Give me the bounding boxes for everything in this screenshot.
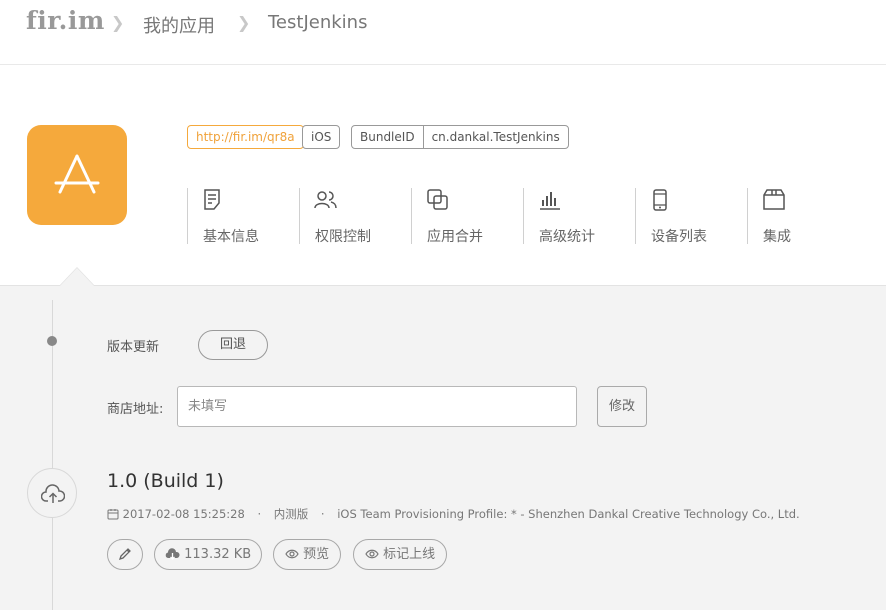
- eye-icon: [285, 549, 299, 558]
- tab-pointer: [60, 268, 94, 286]
- tab-device-list[interactable]: 设备列表: [635, 188, 747, 245]
- store-url-input[interactable]: [177, 386, 577, 427]
- fir-im-logo[interactable]: fir.im: [26, 6, 105, 35]
- breadcrumb-my-apps[interactable]: 我的应用: [143, 12, 215, 38]
- app-icon: [27, 125, 127, 225]
- short-link-tag[interactable]: http://fir.im/qr8a: [187, 125, 304, 149]
- tab-label: 设备列表: [651, 229, 707, 245]
- preview-button[interactable]: 预览: [273, 539, 342, 570]
- tab-app-merge[interactable]: 应用合并: [411, 188, 523, 245]
- cloud-download-icon: [165, 548, 180, 560]
- build-type: 内测版: [273, 507, 309, 521]
- cloud-upload-icon: [41, 484, 65, 503]
- chevron-right-icon: ❯: [111, 13, 125, 32]
- edit-store-url-button[interactable]: 修改: [597, 386, 647, 427]
- tab-integration[interactable]: 集成: [747, 188, 847, 245]
- platform-tag: iOS: [302, 125, 341, 149]
- eye-icon: [365, 549, 379, 558]
- bar-chart-icon: [540, 192, 560, 210]
- breadcrumb-app-name: TestJenkins: [268, 12, 368, 33]
- mark-online-button[interactable]: 标记上线: [353, 539, 448, 570]
- app-store-icon: [54, 154, 100, 194]
- calendar-icon: [107, 509, 119, 520]
- rollback-button[interactable]: 回退: [198, 330, 268, 360]
- tab-label: 高级统计: [539, 229, 595, 245]
- timeline-dot: [47, 336, 57, 346]
- phone-icon: [653, 189, 667, 211]
- provisioning-profile: iOS Team Provisioning Profile: * - Shenz…: [337, 507, 800, 521]
- document-icon: [204, 189, 220, 210]
- bundle-id-tag: BundleID cn.dankal.TestJenkins: [351, 125, 569, 149]
- pencil-icon: [118, 547, 131, 560]
- download-size-button[interactable]: 113.32 KB: [154, 539, 263, 570]
- box-icon: [763, 189, 785, 210]
- app-info-panel: http://fir.im/qr8a iOS BundleID cn.danka…: [0, 65, 886, 286]
- mark-online-label: 标记上线: [383, 547, 436, 562]
- meta-separator: ·: [257, 507, 262, 521]
- users-icon: [314, 191, 337, 209]
- tab-label: 应用合并: [427, 229, 483, 245]
- tab-label: 权限控制: [315, 229, 371, 245]
- bundle-id-label: BundleID: [352, 126, 424, 148]
- build-meta: 2017-02-08 15:25:28 · 内测版 · iOS Team Pro…: [107, 506, 800, 522]
- timeline-line: [52, 300, 53, 610]
- merge-icon: [427, 189, 448, 210]
- preview-label: 预览: [303, 547, 330, 562]
- tab-label: 集成: [763, 229, 791, 245]
- build-date: 2017-02-08 15:25:28: [122, 507, 245, 521]
- tab-advanced-stats[interactable]: 高级统计: [523, 188, 635, 245]
- store-url-label: 商店地址:: [107, 402, 164, 417]
- bundle-id-value: cn.dankal.TestJenkins: [431, 130, 560, 144]
- tab-label: 基本信息: [203, 229, 259, 245]
- tab-permissions[interactable]: 权限控制: [299, 188, 411, 245]
- tab-basic-info[interactable]: 基本信息: [187, 188, 299, 245]
- meta-separator: ·: [320, 507, 325, 521]
- top-header: fir.im ❯ 我的应用 ❯ TestJenkins: [0, 0, 886, 65]
- edit-build-button[interactable]: [107, 539, 143, 570]
- version-update-label: 版本更新: [107, 340, 160, 355]
- build-size: 113.32 KB: [184, 547, 252, 562]
- upload-circle: [27, 468, 77, 518]
- chevron-right-icon: ❯: [237, 13, 251, 32]
- build-version: 1.0 (Build 1): [107, 470, 224, 492]
